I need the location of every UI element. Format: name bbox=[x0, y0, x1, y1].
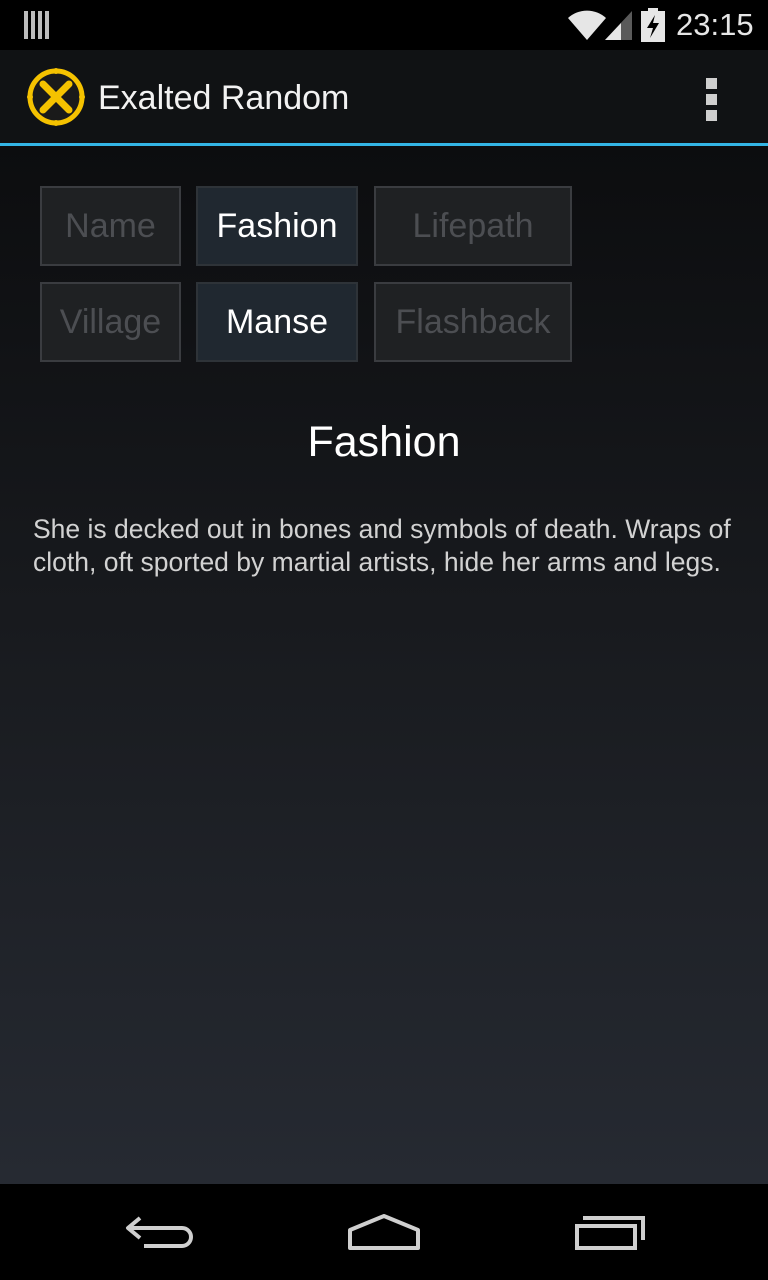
description-text: She is decked out in bones and symbols o… bbox=[33, 514, 731, 577]
screen: 23:15 Exalted Random Name Fashion Lifepa… bbox=[0, 0, 768, 1280]
home-icon[interactable] bbox=[329, 1204, 439, 1260]
name-button[interactable]: Name bbox=[40, 186, 181, 266]
battery-charging-icon bbox=[641, 8, 665, 42]
app-title: Exalted Random bbox=[98, 79, 350, 117]
action-bar: Exalted Random bbox=[0, 50, 768, 143]
status-bar: 23:15 bbox=[0, 0, 768, 50]
notification-bars-icon bbox=[24, 11, 49, 39]
lifepath-button[interactable]: Lifepath bbox=[374, 186, 572, 266]
navigation-bar bbox=[0, 1184, 768, 1280]
fashion-button[interactable]: Fashion bbox=[196, 186, 358, 266]
back-icon[interactable] bbox=[104, 1204, 214, 1260]
manse-button[interactable]: Manse bbox=[196, 282, 358, 362]
status-clock: 23:15 bbox=[676, 7, 754, 42]
section-title: Fashion bbox=[307, 418, 461, 466]
wifi-icon bbox=[568, 10, 606, 40]
recent-apps-icon[interactable] bbox=[555, 1204, 665, 1260]
cell-signal-icon bbox=[605, 11, 632, 40]
flashback-button[interactable]: Flashback bbox=[374, 282, 572, 362]
overflow-menu-icon[interactable] bbox=[694, 74, 730, 122]
main-content: Name Fashion Lifepath Village Manse Flas… bbox=[0, 146, 768, 1184]
village-button[interactable]: Village bbox=[40, 282, 181, 362]
exalted-logo-icon[interactable] bbox=[26, 67, 86, 127]
